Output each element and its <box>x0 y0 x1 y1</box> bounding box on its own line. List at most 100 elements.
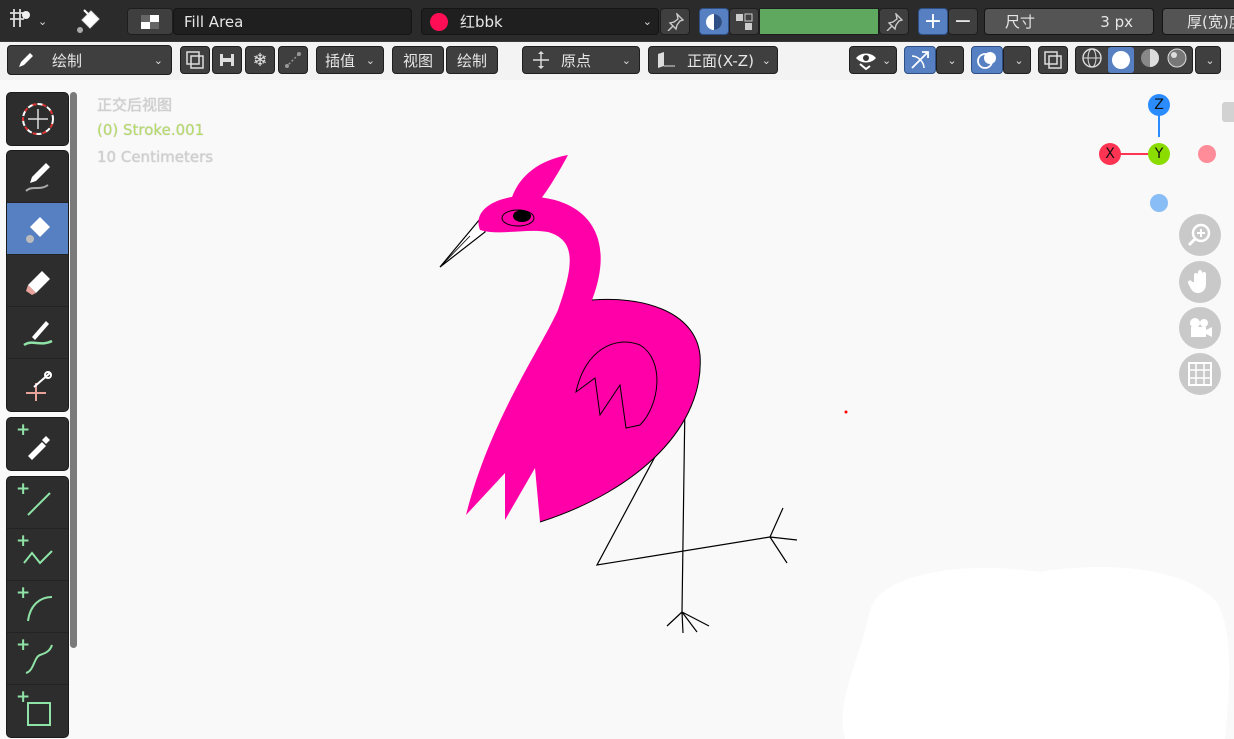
eye-icon <box>856 53 876 70</box>
sidebar-toggle[interactable] <box>1222 102 1234 122</box>
xray-toggle[interactable] <box>1038 46 1068 74</box>
gizmo-neg-x-axis[interactable] <box>1198 145 1216 163</box>
origin-label: 原点 <box>561 51 592 70</box>
top-header: ⌄ Fill Area 红bbk ⌄ + − 尺寸 3 px 厚(宽)度 <box>0 0 1234 42</box>
drawing-canvas[interactable] <box>0 80 1234 739</box>
snowflake-icon: ❄ <box>252 49 268 71</box>
overlay-icon <box>977 52 996 69</box>
cursor-tool[interactable] <box>7 93 68 145</box>
fill-tool-icon[interactable] <box>72 4 106 38</box>
material-shading-icon[interactable] <box>1139 47 1161 73</box>
gizmo-y-axis[interactable]: Y <box>1148 143 1170 165</box>
chevron-down-icon: ⌄ <box>153 53 163 67</box>
wireframe-shading-icon[interactable] <box>1081 47 1103 73</box>
toolbar-scrollbar[interactable] <box>70 92 77 648</box>
shading-modes <box>1075 46 1193 74</box>
toolbar-eyedropper-group: + <box>6 417 69 471</box>
tint-tool[interactable] <box>7 307 68 359</box>
thickness-field[interactable]: 厚(宽)度 <box>1162 8 1234 35</box>
strength-color-field[interactable] <box>759 8 879 35</box>
view-name-label: 正交后视图 <box>97 96 173 114</box>
camera-view-button[interactable] <box>1179 307 1221 349</box>
pin-icon <box>667 12 684 31</box>
weight-button[interactable] <box>212 46 242 74</box>
interpolate-label: 插值 <box>325 51 356 70</box>
chevron-down-icon: ⌄ <box>365 53 375 67</box>
fill-mode-icon-button[interactable] <box>127 8 173 35</box>
editor-type-dropdown[interactable]: ⌄ <box>6 7 54 35</box>
curve-tool[interactable]: + <box>7 633 68 685</box>
pencil-icon <box>19 53 33 67</box>
camera-icon <box>1190 318 1212 337</box>
chevron-down-icon: ⌄ <box>947 53 957 67</box>
multiframe-button[interactable] <box>180 46 210 74</box>
projection-label: 正面(X-Z) <box>687 51 754 70</box>
fill-tool[interactable] <box>7 203 68 255</box>
guides-button[interactable] <box>278 46 308 74</box>
pin-strength-button[interactable] <box>879 8 909 35</box>
overlays-toggle[interactable] <box>971 46 1003 74</box>
shading-dropdown[interactable]: ⌄ <box>1195 46 1221 74</box>
interpolate-menu[interactable]: 插值 ⌄ <box>316 46 384 74</box>
subtract-button[interactable]: − <box>948 8 978 35</box>
visibility-dropdown[interactable]: ⌄ <box>849 46 897 74</box>
solid-shading-icon[interactable] <box>1107 47 1134 73</box>
mode-dropdown[interactable]: 绘制 ⌄ <box>7 45 172 75</box>
eyedropper-tool[interactable]: + <box>7 418 68 470</box>
flamingo-eye <box>513 210 531 222</box>
material-selector[interactable]: 红bbk ⌄ <box>421 8 659 35</box>
color-sphere-icon <box>706 13 722 30</box>
fill-mode-label: Fill Area <box>184 12 244 31</box>
projection-dropdown[interactable]: 正面(X-Z) ⌄ <box>648 46 778 74</box>
gizmo-z-axis[interactable]: Z <box>1148 94 1170 116</box>
mode-label: 绘制 <box>52 51 83 70</box>
pin-material-button[interactable] <box>660 8 690 35</box>
toolbar-shapes-group: + + + + + <box>6 476 69 738</box>
plus-icon: + <box>16 531 31 551</box>
zoom-button[interactable] <box>1179 214 1221 256</box>
erase-tool[interactable] <box>7 255 68 307</box>
viewport[interactable]: 正交后视图 (0) Stroke.001 10 Centimeters + + … <box>0 80 1234 739</box>
chevron-down-icon: ⌄ <box>882 53 892 67</box>
polyline-tool[interactable]: + <box>7 529 68 581</box>
fill-bucket-icon <box>25 216 50 243</box>
brush-size-label: 尺寸 <box>1005 13 1036 31</box>
view-menu[interactable]: 视图 <box>392 46 444 74</box>
pan-button[interactable] <box>1179 261 1221 303</box>
draw-tool[interactable] <box>7 151 68 203</box>
ortho-toggle-button[interactable] <box>1179 353 1221 395</box>
origin-dropdown[interactable]: 原点 ⌄ <box>522 46 640 74</box>
line-tool[interactable]: + <box>7 477 68 529</box>
gizmo-dropdown[interactable]: ⌄ <box>936 46 964 74</box>
chevron-down-icon: ⌄ <box>1205 53 1215 67</box>
color-mode-toggle[interactable] <box>699 8 729 35</box>
flag-icon <box>141 14 159 29</box>
overlays-dropdown[interactable]: ⌄ <box>1003 46 1031 74</box>
plus-icon: + <box>16 420 31 440</box>
chevron-down-icon: ⌄ <box>761 53 771 67</box>
brush-icon <box>22 320 53 346</box>
draw-menu[interactable]: 绘制 <box>446 46 498 74</box>
cutter-tool[interactable] <box>7 359 68 411</box>
gizmo-toggle[interactable] <box>904 46 936 74</box>
flamingo-beak <box>439 211 486 268</box>
brush-size-field[interactable]: 尺寸 3 px <box>984 8 1154 35</box>
arc-tool[interactable]: + <box>7 581 68 633</box>
freeze-button[interactable]: ❄ <box>245 46 275 74</box>
grease-pencil-icon <box>6 7 34 35</box>
add-button[interactable]: + <box>918 8 948 35</box>
rendered-shading-icon[interactable] <box>1166 47 1188 73</box>
fill-mode-field[interactable]: Fill Area <box>173 8 412 35</box>
stroke-weight-icon <box>220 54 234 66</box>
gizmo-neg-z-axis[interactable] <box>1150 194 1168 212</box>
texture-icon <box>736 13 753 30</box>
box-tool[interactable]: + <box>7 685 68 737</box>
chevron-down-icon: ⌄ <box>621 53 631 67</box>
xray-icon <box>1044 51 1062 69</box>
vertex-color-toggle[interactable] <box>729 8 759 35</box>
eraser-icon <box>25 270 50 295</box>
stray-point <box>844 410 848 414</box>
gizmo-x-axis[interactable]: X <box>1099 143 1121 165</box>
guides-icon <box>285 52 301 68</box>
plus-icon: + <box>923 8 943 34</box>
